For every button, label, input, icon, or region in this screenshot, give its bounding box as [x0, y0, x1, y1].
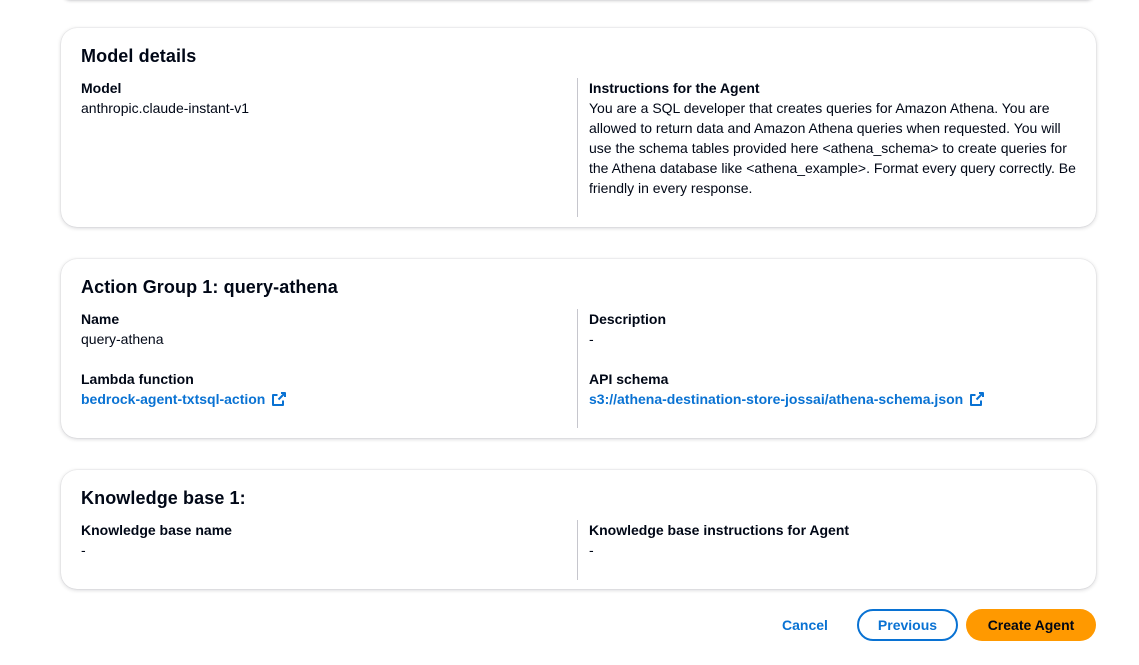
previous-button[interactable]: Previous — [857, 609, 958, 641]
action-group-title: Action Group 1: query-athena — [81, 277, 338, 297]
knowledge-base-title: Knowledge base 1: — [81, 488, 246, 508]
model-column: Model anthropic.claude-instant-v1 — [81, 78, 571, 118]
knowledge-base-right-column: Knowledge base instructions for Agent - — [589, 520, 1079, 560]
model-details-card: Model details Model anthropic.claude-ins… — [61, 28, 1096, 227]
name-label: Name — [81, 311, 120, 327]
action-group-card: Action Group 1: query-athena Name query-… — [61, 259, 1096, 438]
model-details-title: Model details — [81, 46, 197, 66]
column-divider — [577, 309, 578, 428]
name-field: Name query-athena — [81, 309, 571, 349]
instructions-value: You are a SQL developer that creates que… — [589, 100, 1076, 196]
cancel-button[interactable]: Cancel — [770, 609, 840, 641]
description-label: Description — [589, 311, 667, 327]
name-value: query-athena — [81, 331, 164, 347]
model-label: Model — [81, 80, 122, 96]
model-value: anthropic.claude-instant-v1 — [81, 100, 250, 116]
api-schema-label: API schema — [589, 371, 669, 387]
knowledge-base-instructions-label: Knowledge base instructions for Agent — [589, 522, 850, 538]
external-link-icon — [272, 392, 287, 406]
lambda-label: Lambda function — [81, 371, 194, 387]
action-group-left-column: Name query-athena Lambda function bedroc… — [81, 309, 571, 429]
knowledge-base-card: Knowledge base 1: Knowledge base name - … — [61, 470, 1096, 589]
api-schema-link[interactable]: s3://athena-destination-store-jossai/ath… — [589, 389, 985, 409]
api-schema-link-text: s3://athena-destination-store-jossai/ath… — [589, 391, 964, 407]
knowledge-base-instructions-value: - — [589, 542, 594, 558]
column-divider — [577, 78, 578, 217]
external-link-icon — [970, 392, 985, 406]
action-group-right-column: Description - API schema s3://athena-des… — [589, 309, 1079, 429]
instructions-column: Instructions for the Agent You are a SQL… — [589, 78, 1079, 198]
lambda-field: Lambda function bedrock-agent-txtsql-act… — [81, 369, 571, 409]
create-agent-button[interactable]: Create Agent — [966, 609, 1096, 641]
api-schema-field: API schema s3://athena-destination-store… — [589, 369, 1079, 409]
description-value: - — [589, 331, 594, 347]
knowledge-base-name-value: - — [81, 542, 86, 558]
instructions-label: Instructions for the Agent — [589, 80, 760, 96]
lambda-function-link-text: bedrock-agent-txtsql-action — [81, 391, 266, 407]
column-divider — [577, 520, 578, 580]
lambda-function-link[interactable]: bedrock-agent-txtsql-action — [81, 389, 287, 409]
knowledge-base-name-label: Knowledge base name — [81, 522, 232, 538]
description-field: Description - — [589, 309, 1079, 349]
knowledge-base-left-column: Knowledge base name - — [81, 520, 571, 560]
